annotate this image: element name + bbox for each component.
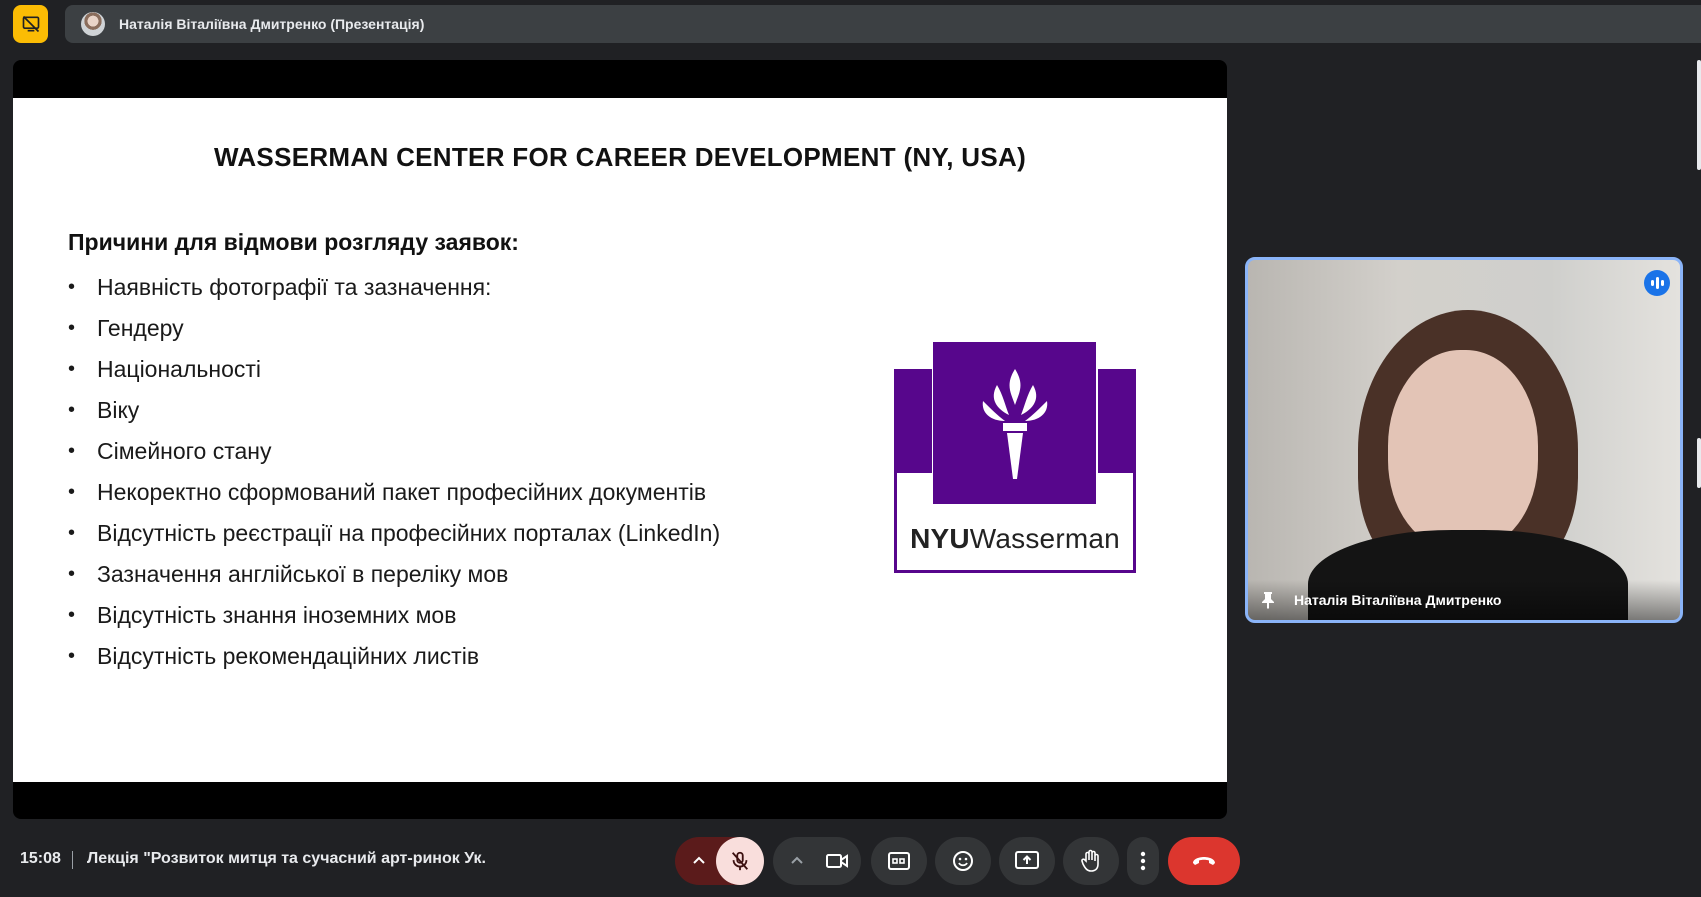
leave-call-button[interactable] [1168,837,1240,885]
bullet-text: Національності [97,356,262,382]
mic-toggle-button[interactable] [716,837,764,885]
divider [72,851,73,869]
presentation-view: WASSERMAN CENTER FOR CAREER DEVELOPMENT … [13,60,1227,819]
chevron-up-icon [692,854,706,868]
list-item: • Відсутність реєстрації на професійних п… [68,513,720,554]
camera-options-button[interactable] [785,849,809,873]
bullet-symbol: • [68,440,76,462]
bullet-symbol: • [68,358,76,380]
list-item: • Відсутність рекомендаційних листів [68,636,720,677]
bullet-symbol: • [68,645,76,667]
list-item: • Відсутність знання іноземних мов [68,595,720,636]
speaking-indicator-icon [1644,270,1670,296]
bullet-text: Некоректно сформований пакет професійних… [97,479,707,505]
bullet-list: • Наявність фотографії та зазначення: • Ге… [68,267,720,677]
bullet-symbol: • [68,317,76,339]
list-item: • Національності [68,349,720,390]
raise-hand-button[interactable] [1063,837,1119,885]
more-vert-icon [1140,851,1146,871]
clock: 15:08 [20,850,61,867]
scrollbar[interactable] [1697,60,1701,170]
bullet-symbol: • [68,481,76,503]
camera-toggle-button[interactable] [813,837,861,885]
bullet-symbol: • [68,276,76,298]
list-item: • Гендеру [68,308,720,349]
hand-icon [1080,849,1102,873]
presenter-label: Наталія Віталіївна Дмитренко (Презентаці… [119,16,425,32]
bullet-text: Віку [97,397,140,423]
participant-tile[interactable]: Наталія Віталіївна Дмитренко [1245,257,1683,623]
slide: WASSERMAN CENTER FOR CAREER DEVELOPMENT … [13,98,1227,782]
videocam-icon [825,851,849,871]
captions-button[interactable] [871,837,927,885]
mic-group [675,837,764,885]
participant-footer: Наталія Віталіївна Дмитренко [1248,580,1680,620]
bullet-text: Гендеру [97,315,184,341]
bullet-text: Відсутність знання іноземних мов [97,602,457,628]
bullet-text: Наявність фотографії та зазначення: [97,274,492,300]
bullet-text: Відсутність рекомендаційних листів [97,643,480,669]
call-end-icon [1191,855,1217,867]
pin-icon[interactable] [1260,591,1276,609]
list-item: • Сімейного стану [68,431,720,472]
bullet-text: Зазначення англійської в переліку мов [97,561,509,587]
camera-group [773,837,861,885]
presenter-avatar [81,12,105,36]
bullet-text: Сімейного стану [97,438,272,464]
chevron-up-icon [790,854,804,868]
mic-off-icon [729,850,751,872]
closed-caption-icon [888,852,910,870]
bullet-symbol: • [68,522,76,544]
mic-options-button[interactable] [687,849,711,873]
bullet-symbol: • [68,399,76,421]
slide-title: WASSERMAN CENTER FOR CAREER DEVELOPMENT … [213,142,1027,172]
list-item: • Зазначення англійської в переліку мов [68,554,720,595]
nyu-wasserman-logo: NYUWasserman [894,342,1136,573]
bullet-symbol: • [68,604,76,626]
list-item: • Наявність фотографії та зазначення: [68,267,720,308]
reactions-button[interactable] [935,837,991,885]
list-item: • Некоректно сформований пакет професійни… [68,472,720,513]
torch-icon [933,342,1096,504]
meet-window: Наталія Віталіївна Дмитренко (Презентаці… [0,0,1701,897]
scrollbar[interactable] [1697,438,1701,488]
more-options-button[interactable] [1127,837,1159,885]
emoji-icon [952,850,974,872]
meeting-title[interactable]: Лекція "Розвиток митця та сучасний арт-р… [87,850,487,868]
present-button[interactable] [999,837,1055,885]
present-screen-icon [1015,851,1039,871]
presentation-off-icon[interactable] [13,5,48,43]
presenter-chip: Наталія Віталіївна Дмитренко (Презентаці… [65,5,1701,43]
bullet-symbol: • [68,563,76,585]
participant-name: Наталія Віталіївна Дмитренко [1294,592,1502,608]
bullet-text: Відсутність реєстрації на професійних по… [97,520,721,546]
slide-heading: Причини для відмови розгляду заявок: [68,229,519,255]
logo-wordmark: NYUWasserman [910,523,1120,554]
list-item: • Віку [68,390,720,431]
